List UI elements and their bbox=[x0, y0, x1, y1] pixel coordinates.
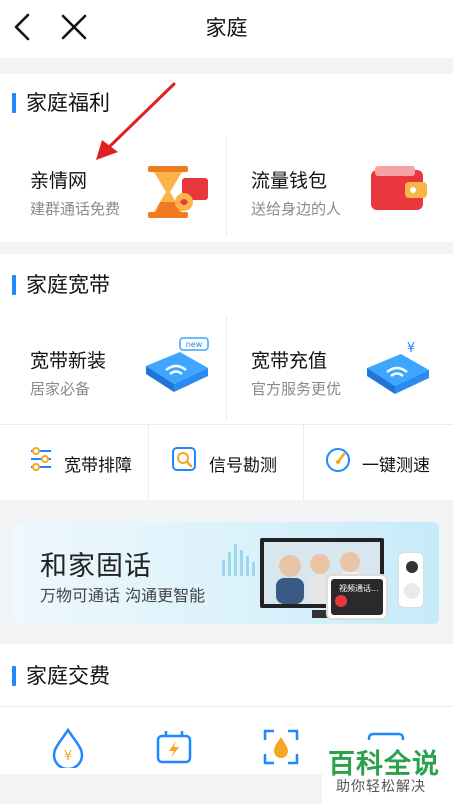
doorbell-camera-icon bbox=[406, 561, 418, 573]
payment-divider bbox=[0, 706, 453, 707]
broadband-recharge-subtitle: 官方服务更优 bbox=[251, 380, 342, 398]
smart-phone-device: 视频通话... bbox=[326, 574, 388, 620]
top-bar: 家庭 bbox=[0, 0, 453, 58]
banner-subtitle: 万物可通话 沟通更智能 bbox=[40, 586, 206, 605]
doorbell-device bbox=[398, 552, 424, 608]
annotation-arrow-icon bbox=[96, 82, 176, 160]
data-wallet-title: 流量钱包 bbox=[251, 170, 328, 192]
wallet-icon bbox=[371, 166, 427, 210]
tool-signal-survey-label: 信号勘测 bbox=[209, 456, 277, 476]
tool-speed-test-label: 一键测速 bbox=[362, 456, 430, 476]
broadband-install-subtitle: 居家必备 bbox=[30, 380, 91, 398]
banner-bars-icon bbox=[222, 544, 255, 576]
router-recharge-icon: ¥ bbox=[367, 341, 429, 394]
sliders-icon bbox=[31, 447, 51, 471]
page-title: 家庭 bbox=[205, 16, 248, 40]
magnifier-icon bbox=[172, 447, 196, 471]
broadband-recharge-title: 宽带充值 bbox=[251, 350, 328, 372]
broadband-section: 家庭宽带 宽带新装 居家必备 new 宽带充值 官方服务更优 ¥ 宽带排障 信号… bbox=[0, 254, 453, 500]
broadband-install-card[interactable]: 宽带新装 居家必备 new bbox=[0, 312, 226, 422]
svg-text:new: new bbox=[186, 340, 203, 349]
doorbell-button-icon bbox=[404, 583, 420, 599]
water-fee-icon[interactable]: ¥ bbox=[50, 728, 86, 768]
broadband-install-title: 宽带新装 bbox=[30, 350, 107, 372]
device-screen: 视频通话... bbox=[331, 579, 383, 615]
payment-section-title: 家庭交费 bbox=[12, 664, 110, 688]
watermark-logo: 百科全说 助你轻松解决 bbox=[322, 740, 453, 804]
family-network-title: 亲情网 bbox=[30, 170, 88, 192]
banner-title: 和家固话 bbox=[40, 551, 152, 582]
tool-troubleshoot[interactable]: 宽带排障 bbox=[0, 424, 148, 500]
device-hangup-icon bbox=[335, 595, 347, 607]
device-screen-text: 视频通话... bbox=[339, 584, 379, 593]
broadband-section-title: 家庭宽带 bbox=[12, 273, 110, 297]
home-phone-banner[interactable]: 和家固话 万物可通话 沟通更智能 视频通话... bbox=[14, 522, 439, 624]
tool-speed-test[interactable]: 一键测速 bbox=[304, 424, 453, 500]
broadband-recharge-card[interactable]: 宽带充值 官方服务更优 ¥ bbox=[227, 312, 453, 422]
gas-fee-icon[interactable] bbox=[262, 728, 300, 766]
family-network-subtitle: 建群通话免费 bbox=[30, 200, 121, 218]
tool-troubleshoot-label: 宽带排障 bbox=[64, 456, 132, 476]
speedometer-icon bbox=[326, 448, 350, 472]
hourglass-icon bbox=[148, 166, 208, 218]
router-new-icon: new bbox=[146, 337, 209, 392]
data-wallet-subtitle: 送给身边的人 bbox=[251, 200, 342, 218]
svg-text:¥: ¥ bbox=[64, 749, 72, 764]
tool-signal-survey[interactable]: 信号勘测 bbox=[149, 424, 303, 500]
svg-text:¥: ¥ bbox=[407, 341, 415, 356]
watermark-slogan: 助你轻松解决 bbox=[336, 779, 426, 795]
electricity-fee-icon[interactable] bbox=[155, 728, 193, 766]
welfare-section: 家庭福利 亲情网 建群通话免费 流量钱包 送给身边的人 bbox=[0, 74, 453, 242]
data-wallet-card[interactable]: 流量钱包 送给身边的人 bbox=[227, 128, 453, 242]
